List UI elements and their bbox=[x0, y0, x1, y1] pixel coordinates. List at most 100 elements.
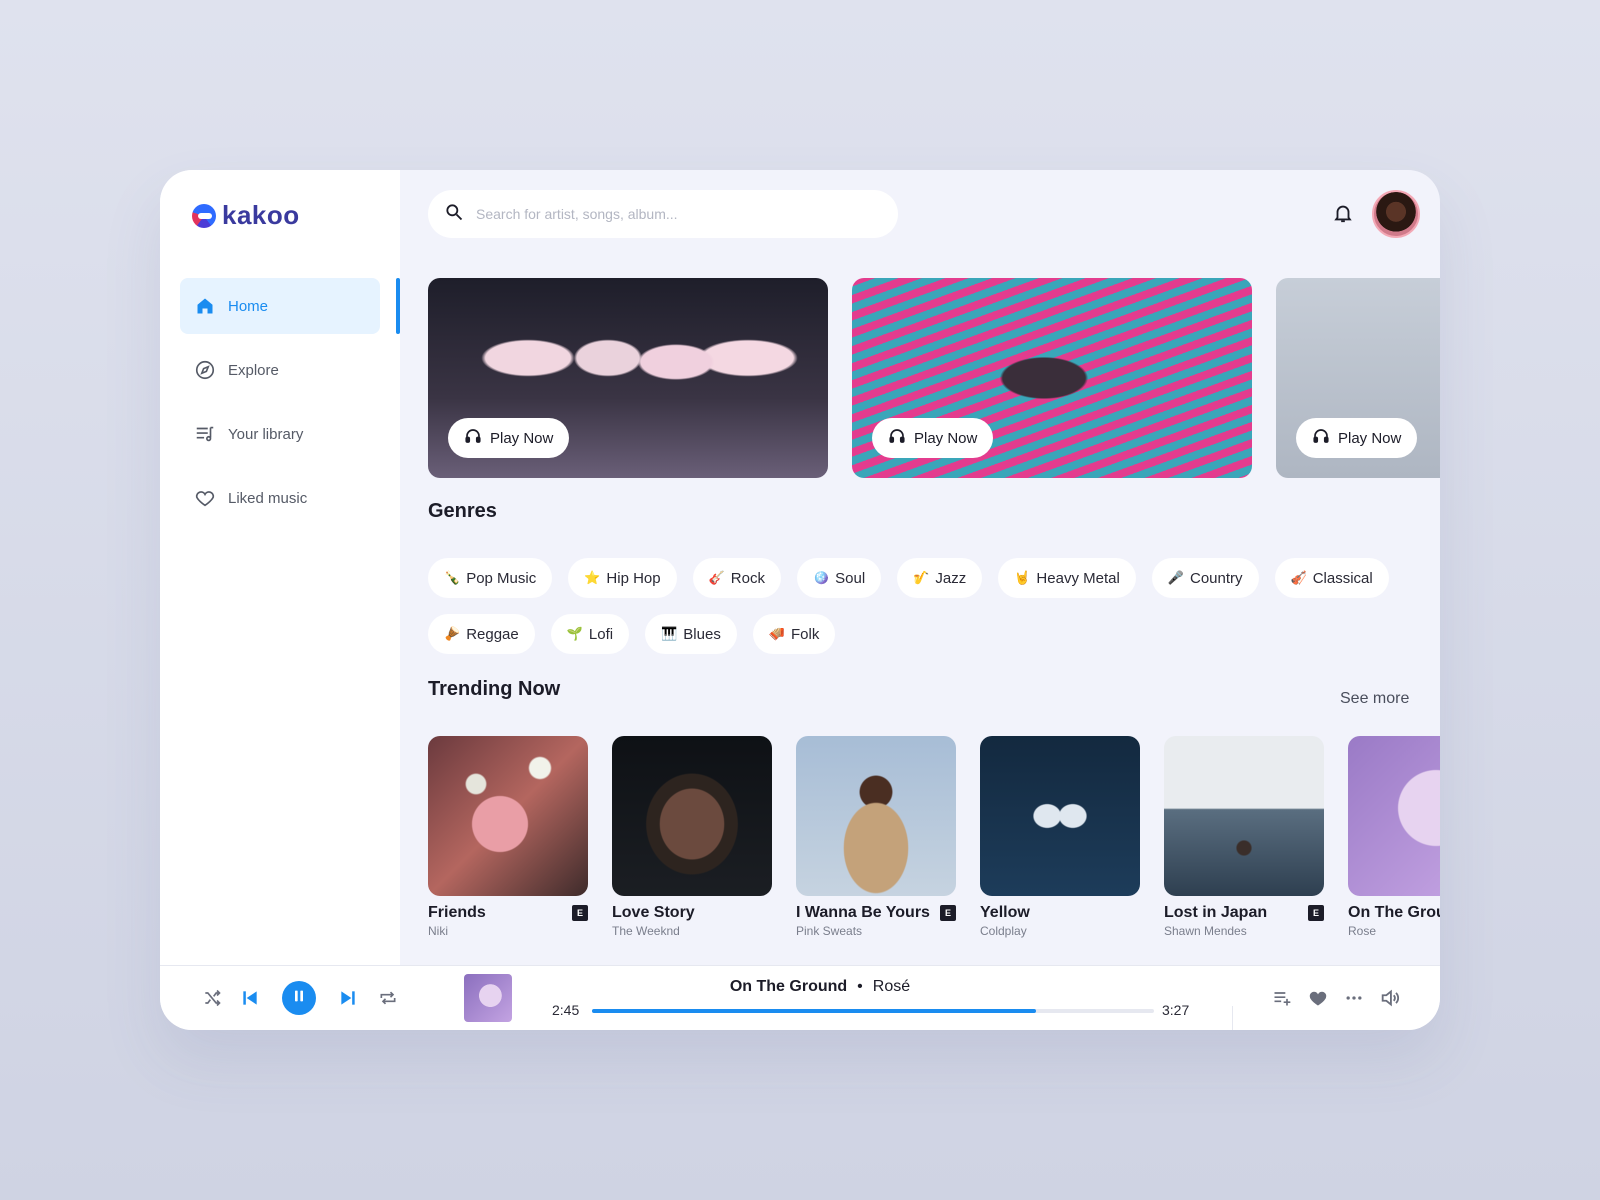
genre-chip[interactable]: 🪩 Soul bbox=[796, 558, 882, 598]
featured-banner[interactable]: Play Now bbox=[428, 278, 828, 478]
bell-icon[interactable] bbox=[1332, 202, 1356, 226]
genre-emoji: 🪘 bbox=[444, 626, 461, 641]
sidebar-item-label: Your library bbox=[228, 425, 304, 443]
track-card[interactable]: I Wanna Be Yours E Pink Sweats bbox=[796, 736, 956, 938]
genre-emoji: 🍾 bbox=[444, 570, 461, 585]
genre-emoji: 🪩 bbox=[812, 570, 830, 585]
genre-emoji: 🪗 bbox=[768, 626, 786, 641]
genre-emoji: 🎸 bbox=[708, 570, 725, 585]
featured-banner[interactable]: Play Now bbox=[1276, 278, 1440, 478]
progress-bar[interactable] bbox=[592, 1009, 1154, 1013]
now-playing-cover[interactable] bbox=[464, 974, 512, 1022]
play-now-label: Play Now bbox=[490, 429, 554, 447]
explicit-badge: E bbox=[1308, 905, 1324, 921]
shuffle-icon[interactable] bbox=[196, 982, 228, 1014]
track-card[interactable]: Friends E Niki bbox=[428, 736, 588, 938]
headphones-icon bbox=[464, 427, 482, 449]
track-artist[interactable]: Rose bbox=[1348, 924, 1440, 938]
genre-label: Rock bbox=[730, 569, 765, 587]
genre-emoji: 🎹 bbox=[661, 626, 678, 641]
now-playing-song[interactable]: On The Ground bbox=[730, 978, 847, 995]
genre-row: 🪘 Reggae 🌱 Lofi 🎹 Blues 🪗 Folk bbox=[428, 614, 1428, 654]
sidebar-item-explore[interactable]: Explore bbox=[180, 342, 380, 398]
track-title: Love Story bbox=[612, 904, 695, 921]
play-now-label: Play Now bbox=[1338, 429, 1402, 447]
genre-chip[interactable]: 🪗 Folk bbox=[752, 614, 836, 654]
see-more-link[interactable]: See more bbox=[1340, 690, 1409, 708]
genre-list: 🍾 Pop Music ⭐ Hip Hop 🎸 Rock 🪩 Soul 🎷 Jazz 🤘 H… bbox=[428, 558, 1428, 670]
album-cover[interactable] bbox=[1164, 736, 1324, 896]
genre-chip[interactable]: 🎤 Country bbox=[1151, 558, 1259, 598]
genre-label: Folk bbox=[791, 625, 820, 643]
previous-icon[interactable] bbox=[234, 982, 266, 1014]
track-artist[interactable]: Niki bbox=[428, 924, 588, 938]
sidebar-item-library[interactable]: Your library bbox=[180, 406, 380, 462]
genre-chip[interactable]: 🎷 Jazz bbox=[897, 558, 983, 598]
track-artist[interactable]: Shawn Mendes bbox=[1164, 924, 1324, 938]
play-now-button[interactable]: Play Now bbox=[1296, 418, 1418, 458]
album-cover[interactable] bbox=[428, 736, 588, 896]
genre-chip[interactable]: 🎻 Classical bbox=[1274, 558, 1389, 598]
active-nav-indicator bbox=[396, 278, 400, 334]
featured-banner[interactable]: Play Now bbox=[852, 278, 1252, 478]
volume-icon[interactable] bbox=[1378, 986, 1402, 1010]
track-title: Friends bbox=[428, 904, 486, 921]
genre-chip[interactable]: 🪘 Reggae bbox=[428, 614, 535, 654]
sidebar-item-home[interactable]: Home bbox=[180, 278, 380, 334]
genre-chip[interactable]: 🍾 Pop Music bbox=[428, 558, 553, 598]
genre-emoji: 🤘 bbox=[1014, 570, 1031, 585]
add-to-queue-icon[interactable] bbox=[1270, 986, 1294, 1010]
album-cover[interactable] bbox=[980, 736, 1140, 896]
sidebar-nav: Home Explore Your library Liked music bbox=[180, 278, 380, 534]
search-input[interactable] bbox=[476, 206, 856, 222]
next-icon[interactable] bbox=[332, 982, 364, 1014]
headphones-icon bbox=[888, 427, 906, 449]
track-artist[interactable]: The Weeknd bbox=[612, 924, 772, 938]
genre-chip[interactable]: 🎹 Blues bbox=[645, 614, 737, 654]
album-cover[interactable] bbox=[1348, 736, 1440, 896]
more-icon[interactable] bbox=[1342, 986, 1366, 1010]
track-artist[interactable]: Coldplay bbox=[980, 924, 1140, 938]
play-now-button[interactable]: Play Now bbox=[448, 418, 570, 458]
user-avatar[interactable] bbox=[1372, 190, 1420, 238]
progress-fill bbox=[592, 1009, 1036, 1013]
album-cover[interactable] bbox=[612, 736, 772, 896]
track-title-row: Lost in Japan E bbox=[1164, 904, 1324, 922]
album-cover[interactable] bbox=[796, 736, 956, 896]
sidebar: kakoo Home Explore Your library Liked mu… bbox=[160, 170, 400, 965]
track-card[interactable]: Yellow Coldplay bbox=[980, 736, 1140, 938]
genre-row: 🍾 Pop Music ⭐ Hip Hop 🎸 Rock 🪩 Soul 🎷 Jazz 🤘 H… bbox=[428, 558, 1428, 598]
track-card[interactable]: Lost in Japan E Shawn Mendes bbox=[1164, 736, 1324, 938]
player-divider bbox=[1232, 1006, 1233, 1030]
genre-emoji: ⭐ bbox=[584, 570, 601, 585]
now-playing-artist[interactable]: Rosé bbox=[873, 978, 910, 995]
elapsed-time: 2:45 bbox=[552, 1002, 580, 1018]
genre-chip[interactable]: 🤘 Heavy Metal bbox=[998, 558, 1136, 598]
track-title: On The Grou bbox=[1348, 904, 1440, 921]
heart-icon[interactable] bbox=[1306, 986, 1330, 1010]
genre-label: Pop Music bbox=[466, 569, 537, 587]
track-title: Lost in Japan bbox=[1164, 904, 1268, 921]
genre-chip[interactable]: ⭐ Hip Hop bbox=[568, 558, 677, 598]
logo-icon bbox=[192, 203, 216, 228]
sidebar-item-label: Liked music bbox=[228, 489, 308, 507]
play-now-label: Play Now bbox=[914, 429, 978, 447]
logo[interactable]: kakoo bbox=[192, 200, 300, 231]
genre-label: Country bbox=[1189, 569, 1243, 587]
sidebar-item-liked[interactable]: Liked music bbox=[180, 470, 380, 526]
track-card[interactable]: On The Grou Rose bbox=[1348, 736, 1440, 938]
track-title-row: Friends E bbox=[428, 904, 588, 922]
genre-chip[interactable]: 🌱 Lofi bbox=[550, 614, 630, 654]
genre-chip[interactable]: 🎸 Rock bbox=[692, 558, 781, 598]
genres-title: Genres bbox=[428, 500, 497, 522]
track-title-row: On The Grou bbox=[1348, 904, 1440, 922]
search-bar[interactable] bbox=[428, 190, 898, 238]
repeat-icon[interactable] bbox=[372, 982, 404, 1014]
play-now-button[interactable]: Play Now bbox=[872, 418, 994, 458]
track-artist[interactable]: Pink Sweats bbox=[796, 924, 956, 938]
genre-emoji: 🎤 bbox=[1167, 570, 1184, 585]
genre-emoji: 🎻 bbox=[1290, 570, 1307, 585]
genre-label: Hip Hop bbox=[606, 569, 661, 587]
pause-button[interactable] bbox=[282, 981, 316, 1015]
track-card[interactable]: Love Story The Weeknd bbox=[612, 736, 772, 938]
